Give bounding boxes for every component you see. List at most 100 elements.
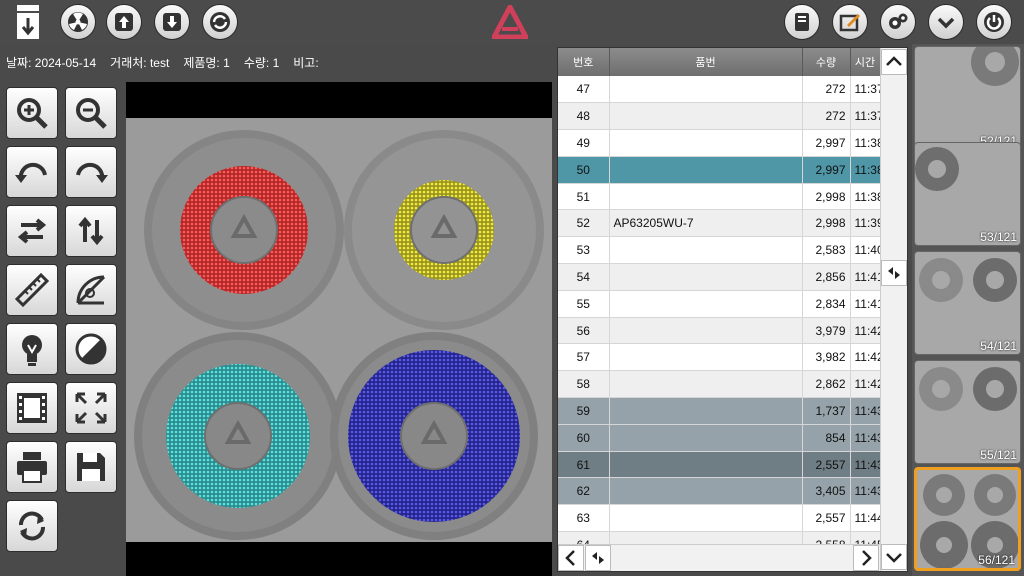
manual-button[interactable] [784, 4, 820, 40]
table-row[interactable]: 55 2,83411:41 [558, 290, 881, 318]
cell-no: 60 [558, 424, 610, 452]
cell-time: 11:43 [850, 424, 881, 452]
table-header-row: 번호 품번 수량 시간 [558, 48, 881, 76]
scroll-down-button[interactable] [881, 544, 907, 570]
cell-time: 11:41 [850, 263, 881, 291]
table-row[interactable]: 54 2,85611:41 [558, 263, 881, 291]
reel-red [144, 130, 344, 330]
cell-no: 57 [558, 343, 610, 372]
gears-icon [889, 13, 908, 29]
radiation-icon [68, 12, 88, 32]
cell-time: 11:42 [850, 317, 881, 345]
table-row[interactable]: 51 2,99811:38 [558, 183, 881, 211]
table-row[interactable]: 49 2,99711:38 [558, 129, 881, 157]
download-button[interactable] [154, 4, 190, 40]
radiation-button[interactable] [60, 4, 96, 40]
thumbnail-item[interactable]: 54/121 [914, 251, 1021, 355]
protractor-button[interactable] [65, 264, 117, 316]
table-row-highlighted[interactable]: 62 3,40511:43 [558, 477, 881, 506]
fit-screen-button[interactable] [65, 382, 117, 434]
cell-no: 53 [558, 236, 610, 265]
table-row[interactable]: 52AP63205WU-72,99811:39 [558, 209, 881, 238]
cell-part [609, 317, 803, 345]
table-row[interactable]: 58 2,86211:42 [558, 370, 881, 399]
table-row[interactable]: 47 27211:37 [558, 76, 881, 104]
cell-no: 63 [558, 504, 610, 533]
zoom-out-button[interactable] [65, 87, 117, 139]
thumbnail-strip: 52/121 53/121 54/121 55/121 56/121 [912, 44, 1024, 576]
thumbnail-item[interactable]: 52/121 [914, 46, 1021, 150]
film-button[interactable] [6, 382, 58, 434]
rotate-left-button[interactable] [6, 146, 58, 198]
cell-time: 11:44 [850, 504, 881, 533]
document-export-icon[interactable] [14, 4, 42, 40]
thumbnail-caption: 55/121 [980, 448, 1017, 462]
cell-qty: 3,982 [802, 343, 851, 372]
zoom-in-button[interactable] [6, 87, 58, 139]
table-row[interactable]: 56 3,97911:42 [558, 317, 881, 345]
brightness-button[interactable] [6, 323, 58, 375]
thumbnail-item[interactable]: 55/121 [914, 360, 1021, 464]
table-horizontal-scrollbar[interactable] [558, 544, 880, 571]
xray-image-viewer[interactable] [126, 82, 552, 576]
date-info: 날짜: 2024-05-14 [6, 54, 96, 71]
cell-time: 11:37 [850, 76, 881, 104]
cell-time: 11:41 [850, 290, 881, 318]
cell-no: 56 [558, 317, 610, 345]
ruler-icon [14, 272, 50, 308]
row-swap-button[interactable] [585, 545, 611, 571]
table-row-highlighted[interactable]: 60 85411:43 [558, 424, 881, 452]
print-button[interactable] [6, 441, 58, 493]
dropdown-button[interactable] [928, 4, 964, 40]
refresh-top-button[interactable] [202, 4, 238, 40]
table-row-highlighted[interactable]: 59 1,73711:43 [558, 397, 881, 425]
table-row[interactable]: 63 2,55711:44 [558, 504, 881, 533]
xray-image[interactable] [126, 118, 552, 542]
settings-button[interactable] [880, 4, 916, 40]
table-row-highlighted[interactable]: 61 2,55711:43 [558, 451, 881, 479]
reel-yellow [344, 130, 544, 330]
table-row-selected[interactable]: 50 2,99711:38 [558, 156, 881, 184]
column-header-part[interactable]: 품번 [609, 48, 803, 76]
column-header-no[interactable]: 번호 [558, 48, 610, 76]
thumbnail-item[interactable]: 53/121 [914, 142, 1021, 246]
cell-qty: 3,405 [802, 477, 851, 506]
cell-qty: 2,834 [802, 290, 851, 318]
cell-time: 11:40 [850, 236, 881, 265]
cell-qty: 2,998 [802, 183, 851, 211]
cell-no: 59 [558, 397, 610, 425]
date-label: 날짜: [6, 55, 32, 70]
power-button[interactable] [976, 4, 1012, 40]
cell-no: 47 [558, 76, 610, 104]
cell-time: 11:43 [850, 451, 881, 479]
flip-horizontal-button[interactable] [6, 205, 58, 257]
column-header-qty[interactable]: 수량 [802, 48, 851, 76]
cell-qty: 2,862 [802, 370, 851, 399]
contrast-button[interactable] [65, 323, 117, 375]
printer-icon [17, 452, 47, 483]
cell-qty: 272 [802, 76, 851, 104]
reel-blue [330, 332, 538, 540]
scroll-right-button[interactable] [853, 545, 879, 571]
table-vertical-scrollbar[interactable] [880, 48, 907, 571]
table-row[interactable]: 48 27211:37 [558, 102, 881, 131]
table-row[interactable]: 57 3,98211:42 [558, 343, 881, 372]
cell-part: AP63205WU-7 [609, 209, 803, 238]
rotate-left-icon [15, 162, 47, 183]
reset-button[interactable] [6, 500, 58, 552]
cell-no: 55 [558, 290, 610, 318]
chevron-down-icon [886, 553, 902, 563]
rotate-right-button[interactable] [65, 146, 117, 198]
column-header-time[interactable]: 시간 [850, 48, 881, 76]
thumbnail-item-active[interactable]: 56/121 [914, 467, 1021, 571]
scroll-left-button[interactable] [558, 545, 584, 571]
edit-button[interactable] [832, 4, 868, 40]
flip-vertical-button[interactable] [65, 205, 117, 257]
save-button[interactable] [65, 441, 117, 493]
image-tools-panel [0, 80, 124, 576]
column-swap-button[interactable] [881, 260, 907, 286]
table-row[interactable]: 53 2,58311:40 [558, 236, 881, 265]
scroll-up-button[interactable] [881, 49, 907, 75]
upload-button[interactable] [106, 4, 142, 40]
ruler-button[interactable] [6, 264, 58, 316]
